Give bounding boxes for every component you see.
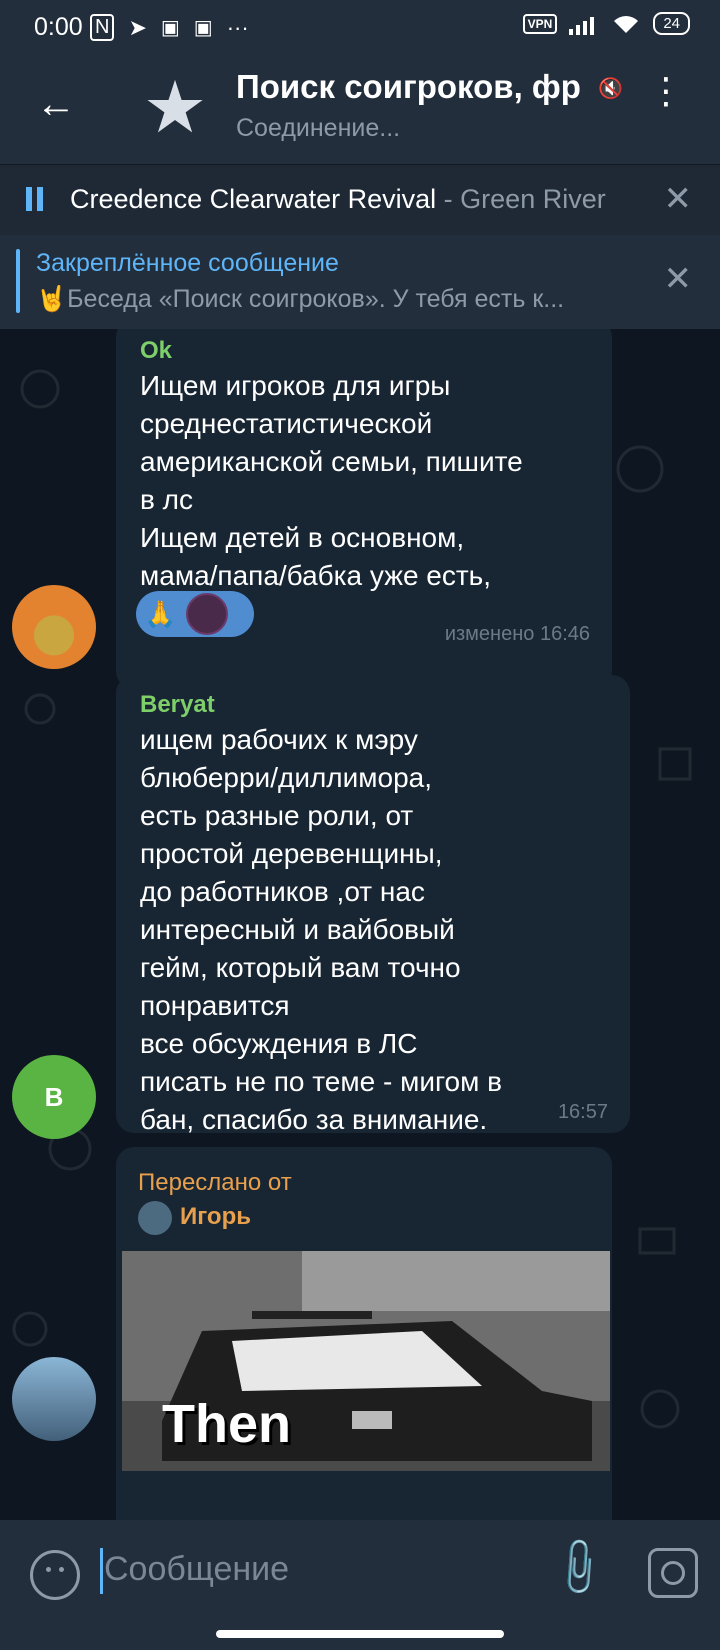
message-bubble[interactable]: Beryat ищем рабочих к мэру блюберри/дилл… (116, 675, 630, 1135)
forwarded-from-name[interactable]: Игорь (180, 1203, 251, 1231)
media-caption: Then (162, 1394, 291, 1454)
wifi-icon (614, 15, 639, 33)
media-image[interactable]: Then (122, 1251, 610, 1471)
attach-icon[interactable]: 📎 (545, 1533, 613, 1601)
track-separator: - (436, 184, 461, 214)
pause-icon[interactable] (26, 187, 44, 211)
message-bubble[interactable]: Ok Ищем игроков для игры среднестатистич… (116, 329, 612, 689)
message-time: 16:57 (557, 1101, 608, 1123)
pinned-text: 🤘Беседа «Поиск соигроков». У тебя есть к… (36, 285, 565, 313)
forwarded-label: Переслано от (138, 1169, 292, 1196)
message-text: ищем рабочих к мэру блюберри/диллимора, … (140, 724, 503, 1135)
message-text: Ищем игроков для игры среднестатистическ… (140, 370, 523, 591)
track-artist: Creedence Clearwater Revival (70, 184, 437, 214)
user-avatar-igor[interactable] (12, 1357, 96, 1441)
chat-header: ← ★ Поиск соигроков, фр 🔇 Соединение... … (0, 54, 720, 164)
pinned-indicator (16, 249, 20, 313)
text-caret (100, 1548, 103, 1594)
emoji-icon[interactable] (30, 1550, 80, 1600)
close-pinned-icon[interactable]: ✕ (664, 259, 693, 299)
user-avatar-b[interactable]: B (12, 1055, 96, 1139)
signal-icon (569, 16, 595, 35)
chat-title[interactable]: Поиск соигроков, фр (236, 68, 616, 106)
status-bar: 0:00 N ➤ ▣ ▣ ··· VPN 24 (0, 0, 720, 54)
message-time: изменено 16:46 (444, 623, 590, 645)
pray-reaction-icon: 🙏 (144, 598, 177, 629)
user-avatar-ok[interactable] (12, 585, 96, 669)
track-song: Green River (460, 184, 606, 214)
close-player-icon[interactable]: ✕ (664, 179, 693, 219)
reactor-avatar (186, 593, 229, 635)
pinned-title: Закреплённое сообщение (36, 249, 339, 277)
telegram-icon: ➤ (128, 14, 147, 40)
android-icon-2: ▣ (193, 17, 213, 39)
battery-indicator: 24 (653, 12, 690, 35)
chat-avatar-star-icon[interactable]: ★ (136, 68, 214, 148)
android-icon: ▣ (160, 17, 180, 39)
home-indicator[interactable] (216, 1630, 504, 1638)
avatar-letter: B (44, 1081, 64, 1112)
more-menu-icon[interactable]: ⋮ (648, 73, 684, 109)
more-notifications-icon: ··· (226, 14, 249, 40)
forwarded-from-avatar (138, 1201, 172, 1235)
back-arrow-icon[interactable]: ← (36, 84, 76, 124)
message-sender[interactable]: Beryat (140, 691, 215, 719)
vpn-badge: VPN (522, 13, 558, 34)
music-player-bar[interactable]: Creedence Clearwater Revival - Green Riv… (0, 164, 720, 235)
camera-icon[interactable] (648, 1548, 698, 1598)
message-input[interactable]: Сообщение (104, 1550, 289, 1589)
message-sender[interactable]: Ok (140, 337, 172, 365)
connection-status: Соединение... (236, 114, 401, 142)
message-list[interactable]: Ok Ищем игроков для игры среднестатистич… (0, 329, 720, 1520)
nfc-icon: N (90, 14, 115, 41)
pinned-message-bar[interactable]: Закреплённое сообщение 🤘Беседа «Поиск со… (0, 235, 720, 329)
muted-icon: 🔇 (598, 78, 623, 100)
track-info[interactable]: Creedence Clearwater Revival - Green Riv… (70, 184, 606, 215)
status-time: 0:00 (34, 13, 83, 41)
reaction-chip[interactable]: 🙏 (136, 591, 254, 637)
forwarded-message-bubble[interactable]: Переслано от Игорь Then (116, 1147, 612, 1520)
